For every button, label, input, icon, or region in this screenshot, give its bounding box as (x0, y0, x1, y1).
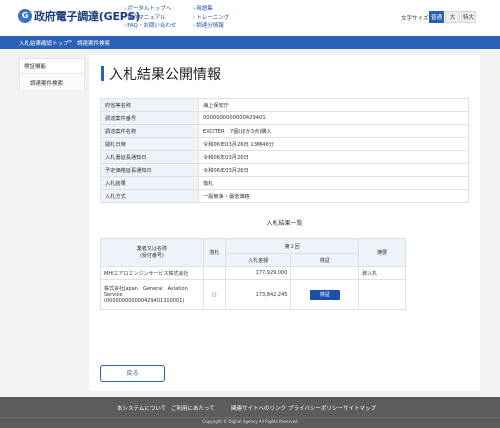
col-amount-header: 入札金額 (225, 253, 292, 267)
footer-link-about[interactable]: 本システムについて (117, 404, 166, 412)
info-label: 入札方式 (100, 189, 199, 203)
copyright: Copyright © Digital Agency All Rights Re… (202, 419, 298, 424)
col-round-header: 第１回 (225, 238, 360, 254)
col-company-header: 業者又は名称 (受付番号) (100, 238, 204, 267)
training-link[interactable]: トレーニング (193, 13, 229, 21)
check-cell (290, 266, 360, 280)
info-value: 一般競争・最低価格 (198, 189, 469, 203)
breadcrumb: 入札結果確認トップ > 調達案件検索 (0, 36, 500, 49)
amount-cell: 177,929,000 (225, 266, 292, 280)
info-label: 調達案件番号 (100, 111, 199, 125)
portal-top-link[interactable]: ポータルトップへ (124, 4, 171, 12)
info-label: 入札書延長通知日 (100, 150, 199, 164)
sidebar-item-label: 調達案件検索 (30, 81, 64, 87)
title-accent-bar (101, 66, 104, 81)
back-button[interactable]: 戻る (100, 365, 165, 382)
info-value: 令和06年03月26日 (198, 150, 469, 164)
footer-link-usage[interactable]: ご利用にあたって (171, 404, 215, 412)
note-cell (358, 279, 406, 310)
footer-link-sitemap[interactable]: サイトマップ (343, 404, 376, 412)
company-cell: MHIエアロエンジンサービス株式会社 (100, 266, 204, 280)
info-value: 令和06年03月26日 (198, 163, 469, 177)
amount-cell: 173,842,245 (225, 279, 292, 310)
info-row: 予定価格延長通知日 令和06年03月26日 (100, 163, 469, 177)
breadcrumb-current: 調達案件検索 (77, 41, 111, 47)
info-row: 開札日時 令和06年03月26日 13時46分 (100, 137, 469, 151)
font-size-large-button[interactable]: 大 (445, 11, 460, 23)
company-cell: 株式会社Japan General Aviation Service (0000… (100, 279, 204, 310)
footer-link-privacy[interactable]: プライバシーポリシー (288, 404, 343, 412)
sidebar-heading: 検証機能 (24, 64, 47, 70)
results-table: 業者又は名称 (受付番号) 落札 第１回 摘要 入札金額 検証 MHIエアロエン… (100, 238, 406, 310)
note-cell: 辞入札 (358, 266, 406, 280)
footer: 本システムについて ご利用にあたって 関連サイトへのリンク プライバシーポリシー… (0, 397, 500, 428)
info-row: 入札結果 落札 (100, 176, 469, 190)
table-row: MHIエアロエンジンサービス株式会社 177,929,000 辞入札 (100, 266, 406, 280)
award-cell (202, 266, 227, 280)
manual-link[interactable]: 操作マニュアル (124, 13, 165, 21)
font-size-normal-button[interactable]: 普通 (429, 11, 444, 23)
info-table: 府省等名称 海上保安庁 調達案件番号 0000000000000429401 調達案件名… (100, 98, 469, 203)
info-value: 0000000000000429401 (198, 111, 469, 125)
sidebar-item-search[interactable]: 調達案件検索 (20, 73, 84, 90)
breadcrumb-separator-icon: > (68, 39, 73, 45)
award-cell: ○ (202, 279, 227, 310)
footer-link-related[interactable]: 関連サイトへのリンク (231, 404, 286, 412)
geps-logo-icon[interactable]: G (18, 9, 32, 23)
info-label: 調達案件名称 (100, 124, 199, 138)
breadcrumb-top-link[interactable]: 入札結果確認トップ (19, 39, 69, 47)
info-value: EXCITER 7個(ほか3点)購入 (198, 124, 469, 138)
col-check-header: 検証 (290, 253, 360, 267)
col-award-header: 落札 (202, 238, 227, 267)
content-panel: 入札結果公開情報 府省等名称 海上保安庁 調達案件番号 000000000000042… (89, 55, 480, 391)
info-value: 落札 (198, 176, 469, 190)
info-row: 入札書延長通知日 令和06年03月26日 (100, 150, 469, 164)
verify-button[interactable]: 検証 (309, 289, 340, 300)
info-label: 予定価格延長通知日 (100, 163, 199, 177)
glossary-link[interactable]: 用語集 (193, 4, 213, 12)
info-label: 開札日時 (100, 137, 199, 151)
col-note-header: 摘要 (358, 238, 406, 267)
faq-link[interactable]: FAQ・お問い合わせ (124, 21, 176, 29)
info-row: 入札方式 一般競争・最低価格 (100, 189, 469, 203)
results-heading: 入札結果一覧 (266, 220, 303, 227)
footer-divider (0, 417, 500, 418)
table-row: 株式会社Japan General Aviation Service (0000… (100, 279, 406, 310)
font-size-xlarge-button[interactable]: 特大 (461, 11, 476, 23)
header: G 政府電子調達(GEPS) ポータルトップへ 操作マニュアル FAQ・お問い合… (0, 0, 500, 34)
info-row: 調達案件番号 0000000000000429401 (100, 111, 469, 125)
page-title: 入札結果公開情報 (109, 67, 221, 83)
info-label: 府省等名称 (100, 98, 199, 112)
info-value: 令和06年03月26日 13時46分 (198, 137, 469, 151)
info-row: 府省等名称 海上保安庁 (100, 98, 469, 112)
sidebar: 検証機能 調達案件検索 (19, 58, 85, 90)
check-cell: 検証 (290, 279, 360, 310)
font-size-label: 文字サイズ (401, 16, 429, 22)
info-row: 調達案件名称 EXCITER 7個(ほか3点)購入 (100, 124, 469, 138)
info-value: 海上保安庁 (198, 98, 469, 112)
info-label: 入札結果 (100, 176, 199, 190)
procurement-info-link[interactable]: 調達分情報 (193, 21, 224, 29)
